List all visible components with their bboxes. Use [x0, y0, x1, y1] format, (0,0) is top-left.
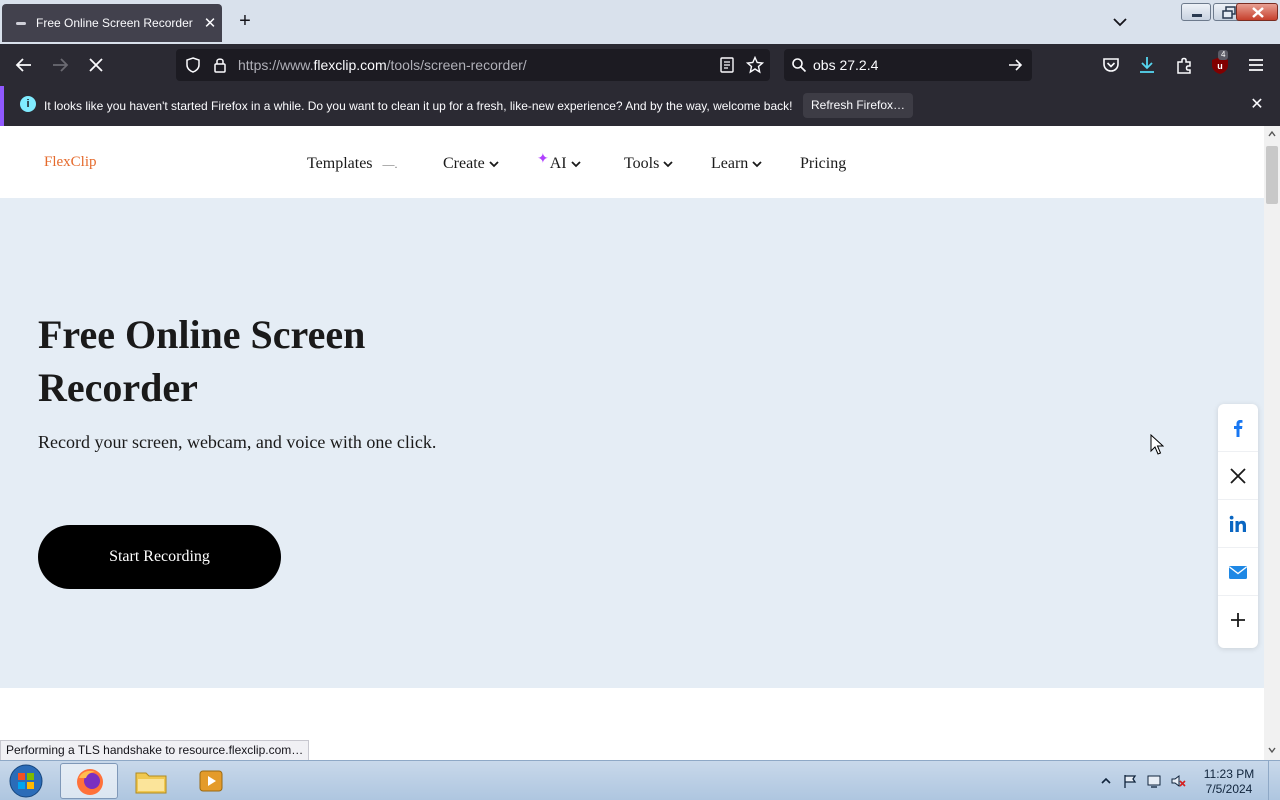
- chevron-down-icon: [663, 161, 673, 168]
- stop-loading-icon[interactable]: [84, 53, 108, 77]
- search-bar[interactable]: obs 27.2.4: [784, 49, 1032, 81]
- nav-templates-label: Templates: [307, 155, 373, 172]
- extensions-icon[interactable]: [1173, 54, 1195, 76]
- system-clock[interactable]: 11:23 PM 7/5/2024: [1196, 767, 1262, 797]
- scroll-down-arrow-icon[interactable]: [1268, 746, 1276, 754]
- hero-section: Free Online Screen Recorder Record your …: [0, 198, 1264, 688]
- nav-ai[interactable]: ✦ AI: [537, 152, 581, 173]
- hero-subtitle: Record your screen, webcam, and voice wi…: [38, 432, 437, 452]
- address-bar[interactable]: https://www.flexclip.com/tools/screen-re…: [176, 49, 770, 81]
- notification-text: It looks like you haven't started Firefo…: [44, 99, 793, 113]
- chevron-down-icon: [752, 161, 762, 168]
- downloads-icon[interactable]: [1136, 54, 1158, 76]
- site-header: FlexClip Templates —. Create ✦ AI Tools …: [0, 126, 1264, 198]
- folder-icon: [135, 772, 167, 794]
- clock-date: 7/5/2024: [1205, 782, 1253, 796]
- url-path: /tools/screen-recorder/: [386, 57, 527, 73]
- tab-title: Free Online Screen Recorder & Webcam Rec…: [36, 16, 196, 30]
- mouse-cursor-icon: [1150, 434, 1164, 455]
- tab-active[interactable]: Free Online Screen Recorder & Webcam Rec…: [2, 4, 222, 42]
- share-x-button[interactable]: [1218, 452, 1258, 500]
- page-viewport: FlexClip Templates —. Create ✦ AI Tools …: [0, 126, 1264, 760]
- new-tab-button[interactable]: +: [234, 10, 256, 32]
- notification-close-icon[interactable]: ✕: [1248, 96, 1266, 114]
- go-arrow-icon[interactable]: [1007, 57, 1023, 73]
- scrollbar-thumb[interactable]: [1266, 146, 1278, 204]
- reader-view-icon[interactable]: [719, 57, 735, 73]
- taskbar-media-player[interactable]: [182, 763, 240, 799]
- nav-tools[interactable]: Tools: [624, 155, 673, 173]
- volume-muted-icon[interactable]: [1170, 773, 1186, 789]
- hero-title: Free Online Screen Recorder: [38, 312, 366, 410]
- nav-create[interactable]: Create: [443, 155, 499, 173]
- loading-placeholder-icon: —.: [382, 156, 398, 171]
- mail-icon: [1229, 565, 1247, 579]
- minimize-button[interactable]: [1181, 3, 1211, 21]
- url-prefix: https://www.: [238, 57, 314, 73]
- nav-learn[interactable]: Learn: [711, 155, 762, 173]
- url-host: flexclip.com: [313, 57, 387, 73]
- linkedin-icon: [1229, 515, 1246, 532]
- chevron-down-icon: [570, 161, 581, 168]
- share-linkedin-button[interactable]: [1218, 500, 1258, 548]
- media-player-icon: [199, 770, 223, 792]
- show-desktop-button[interactable]: [1268, 761, 1280, 800]
- pocket-icon[interactable]: [1100, 54, 1122, 76]
- nav-pricing-label: Pricing: [800, 155, 847, 172]
- extension-badge: 4: [1218, 50, 1229, 60]
- navigation-toolbar: https://www.flexclip.com/tools/screen-re…: [0, 44, 1280, 86]
- tab-close-icon[interactable]: ✕: [202, 14, 218, 32]
- back-icon[interactable]: [12, 53, 36, 77]
- share-more-button[interactable]: [1218, 596, 1258, 644]
- start-button-windows-icon[interactable]: [6, 763, 46, 799]
- info-icon: i: [20, 96, 36, 112]
- tab-favicon-icon: [16, 21, 26, 25]
- notification-bar: i It looks like you haven't started Fire…: [0, 86, 1280, 126]
- bookmark-star-icon[interactable]: [746, 56, 764, 74]
- plus-icon: [1231, 613, 1245, 627]
- search-icon: [792, 58, 807, 73]
- share-facebook-button[interactable]: [1218, 404, 1258, 452]
- nav-create-label: Create: [443, 155, 485, 172]
- refresh-firefox-button[interactable]: Refresh Firefox…: [803, 93, 913, 118]
- share-panel: [1218, 404, 1258, 648]
- nav-learn-label: Learn: [711, 155, 749, 172]
- facebook-icon: [1234, 419, 1243, 437]
- window-close-button[interactable]: [1236, 3, 1278, 21]
- page-scrollbar[interactable]: [1264, 126, 1280, 760]
- search-input[interactable]: obs 27.2.4: [813, 57, 878, 73]
- ublock-extension-icon[interactable]: u 4: [1208, 50, 1234, 78]
- menu-hamburger-icon[interactable]: [1245, 54, 1267, 76]
- forward-icon[interactable]: [48, 53, 72, 77]
- taskbar-firefox[interactable]: [60, 763, 118, 799]
- nav-ai-label: AI: [549, 155, 567, 172]
- url-text[interactable]: https://www.flexclip.com/tools/screen-re…: [238, 57, 527, 73]
- action-center-flag-icon[interactable]: [1122, 773, 1138, 789]
- list-all-tabs-icon[interactable]: [1110, 12, 1130, 32]
- status-panel: Performing a TLS handshake to resource.f…: [0, 740, 310, 761]
- firefox-icon: [77, 769, 103, 795]
- tracking-protection-shield-icon[interactable]: [184, 56, 202, 74]
- nav-tools-label: Tools: [624, 155, 660, 172]
- lock-icon[interactable]: [212, 56, 228, 74]
- network-icon[interactable]: [1146, 773, 1162, 789]
- taskbar-explorer[interactable]: [122, 763, 180, 799]
- start-recording-button[interactable]: Start Recording: [38, 525, 281, 589]
- x-icon: [1230, 467, 1246, 484]
- clock-time: 11:23 PM: [1203, 767, 1255, 781]
- flexclip-logo[interactable]: FlexClip: [44, 154, 97, 171]
- share-email-button[interactable]: [1218, 548, 1258, 596]
- nav-pricing[interactable]: Pricing: [800, 155, 846, 173]
- nav-templates[interactable]: Templates —.: [307, 155, 398, 173]
- ai-sparkle-icon: ✦: [537, 151, 549, 167]
- taskbar: 11:23 PM 7/5/2024: [0, 760, 1280, 800]
- svg-text:u: u: [1217, 61, 1223, 71]
- chevron-down-icon: [489, 161, 499, 168]
- show-hidden-icons-icon[interactable]: [1098, 773, 1114, 789]
- browser-titlebar: Free Online Screen Recorder & Webcam Rec…: [0, 0, 1280, 44]
- scroll-up-arrow-icon[interactable]: [1268, 130, 1276, 138]
